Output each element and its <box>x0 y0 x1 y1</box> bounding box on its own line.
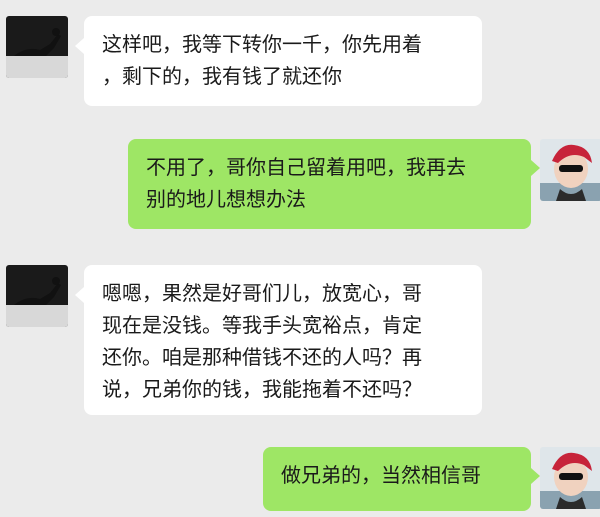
message-text-line: 嗯嗯，果然是好哥们儿，放宽心，哥 <box>102 281 422 305</box>
friend-avatar-image <box>6 265 68 327</box>
user-avatar-image <box>540 447 600 509</box>
message-bubble-incoming[interactable]: 嗯嗯，果然是好哥们儿，放宽心，哥 现在是没钱。等我手头宽裕点，肯定 还你。咱是那… <box>84 265 482 415</box>
friend-avatar[interactable] <box>6 16 68 78</box>
message-bubble-outgoing[interactable]: 不用了，哥你自己留着用吧，我再去 别的地儿想想办法 <box>128 139 531 229</box>
message-text-line: 别的地儿想想办法 <box>146 187 306 211</box>
message-tail <box>531 160 540 176</box>
message-tail <box>75 38 84 54</box>
user-avatar[interactable] <box>540 447 600 509</box>
message-tail <box>531 468 540 484</box>
message-bubble-outgoing[interactable]: 做兄弟的，当然相信哥 <box>263 447 531 511</box>
message-bubble-incoming[interactable]: 这样吧，我等下转你一千，你先用着 ，剩下的，我有钱了就还你 <box>84 16 482 106</box>
message-text-line: 说，兄弟你的钱，我能拖着不还吗？ <box>102 377 422 401</box>
message-text-line: 现在是没钱。等我手头宽裕点，肯定 <box>102 313 422 337</box>
message-text-line: 不用了，哥你自己留着用吧，我再去 <box>146 155 466 179</box>
message-text-line: 还你。咱是那种借钱不还的人吗？再 <box>102 345 422 369</box>
message-text-line: ，剩下的，我有钱了就还你 <box>102 64 342 88</box>
friend-avatar[interactable] <box>6 265 68 327</box>
message-text-line: 做兄弟的，当然相信哥 <box>281 463 481 487</box>
friend-avatar-image <box>6 16 68 78</box>
message-text-line: 这样吧，我等下转你一千，你先用着 <box>102 32 422 56</box>
user-avatar-image <box>540 139 600 201</box>
message-tail <box>75 287 84 303</box>
user-avatar[interactable] <box>540 139 600 201</box>
